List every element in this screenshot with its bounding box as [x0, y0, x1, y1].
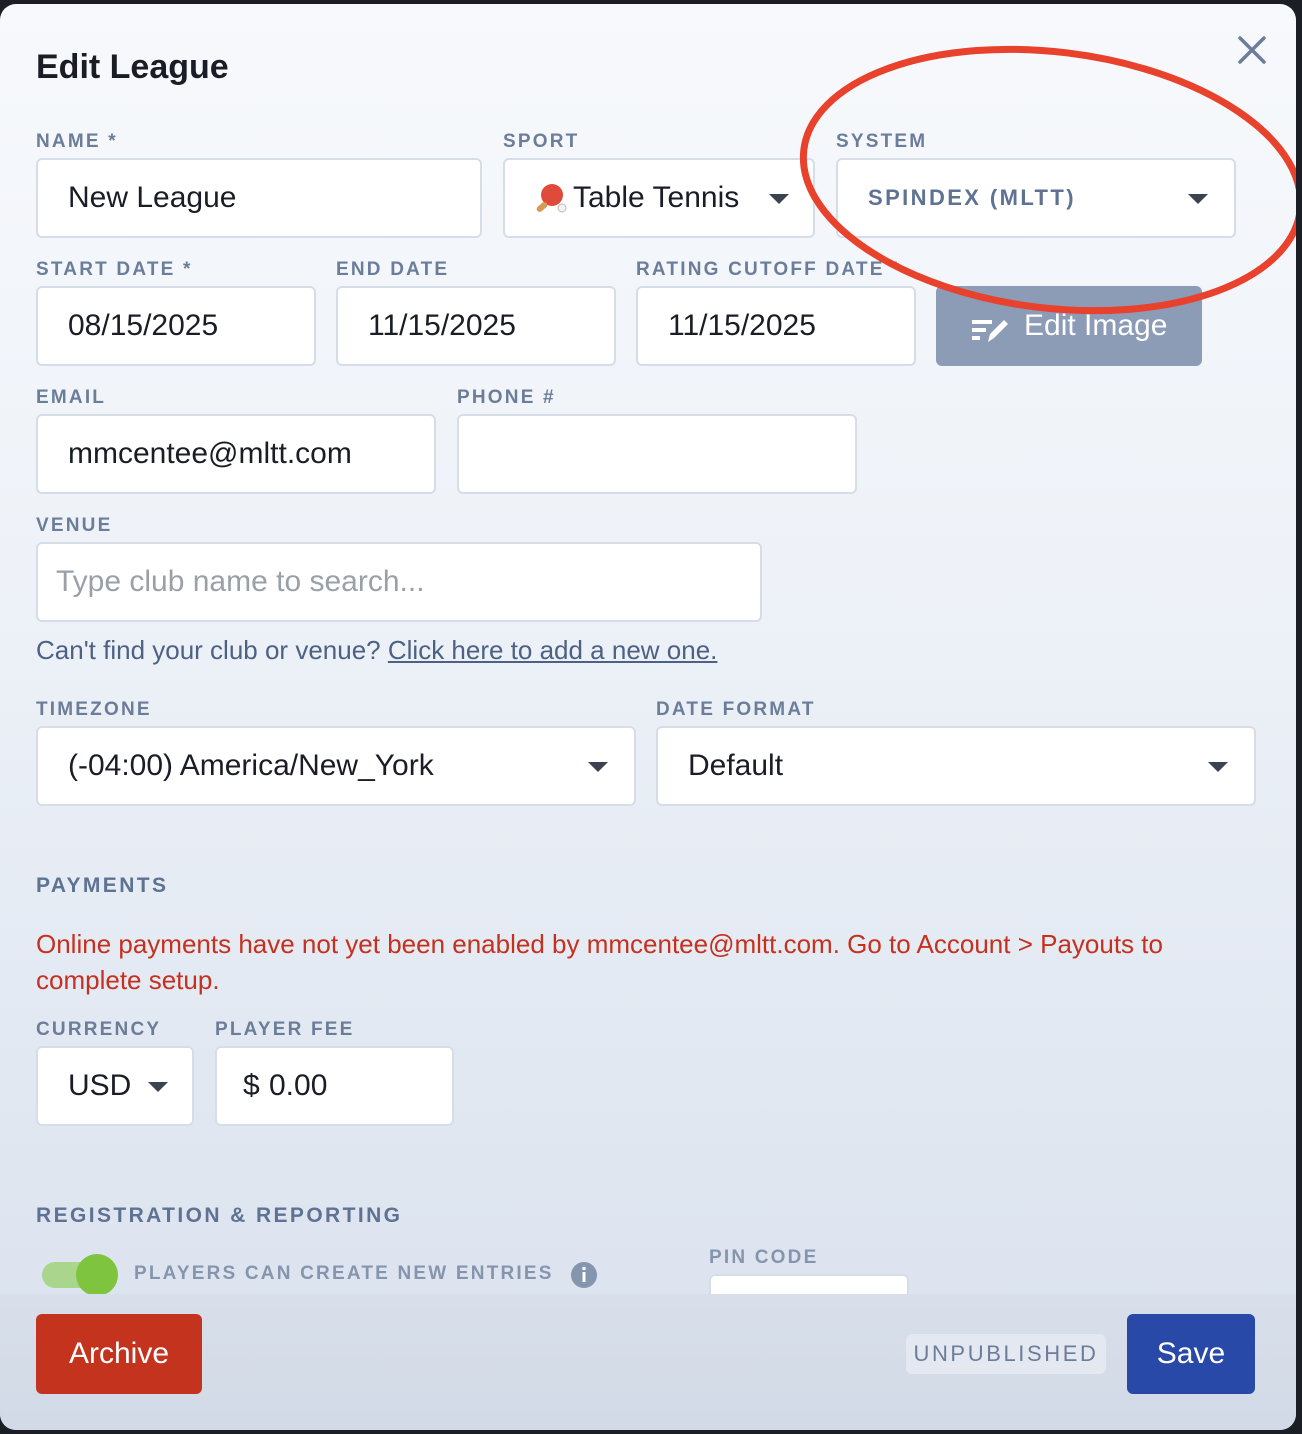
email-input[interactable]: mmcentee@mltt.com	[36, 414, 436, 494]
dialog-title: Edit League	[36, 48, 229, 86]
players-create-entries-toggle[interactable]	[42, 1254, 118, 1296]
date-format-value: Default	[688, 749, 784, 782]
rating-cutoff-date-input[interactable]: 11/15/2025	[636, 286, 916, 366]
venue-label: VENUE	[36, 515, 113, 536]
player-fee-value: 0.00	[269, 1069, 328, 1102]
edit-image-label: Edit Image	[1024, 309, 1168, 342]
edit-league-dialog: Edit League NAME * New League SPORT Tabl…	[0, 4, 1296, 1430]
system-value: SPINDEX (MLTT)	[868, 185, 1076, 210]
chevron-down-icon	[769, 194, 789, 204]
toggle-knob	[76, 1254, 118, 1296]
edit-image-icon	[970, 308, 1010, 353]
venue-search-input[interactable]: Type club name to search...	[36, 542, 762, 622]
name-label: NAME *	[36, 131, 118, 152]
start-date-label: START DATE *	[36, 259, 193, 280]
timezone-value: (-04:00) America/New_York	[68, 749, 434, 782]
phone-label: PHONE #	[457, 387, 556, 408]
chevron-down-icon	[148, 1082, 168, 1092]
add-venue-link[interactable]: Click here to add a new one.	[388, 635, 718, 665]
end-date-input[interactable]: 11/15/2025	[336, 286, 616, 366]
phone-input[interactable]	[457, 414, 857, 494]
ping-pong-paddle-icon	[533, 182, 567, 221]
registration-heading: REGISTRATION & REPORTING	[36, 1204, 403, 1227]
currency-label: CURRENCY	[36, 1019, 162, 1040]
sport-label: SPORT	[503, 131, 580, 152]
info-icon[interactable]	[570, 1261, 598, 1289]
end-date-label: END DATE	[336, 259, 450, 280]
timezone-select[interactable]: (-04:00) America/New_York	[36, 726, 636, 806]
currency-select[interactable]: USD	[36, 1046, 194, 1126]
venue-placeholder: Type club name to search...	[56, 565, 425, 598]
venue-help-text: Can't find your club or venue? Click her…	[36, 632, 717, 668]
chevron-down-icon	[1188, 194, 1208, 204]
archive-button[interactable]: Archive	[36, 1314, 202, 1394]
save-button[interactable]: Save	[1127, 1314, 1255, 1394]
timezone-label: TIMEZONE	[36, 699, 152, 720]
email-value: mmcentee@mltt.com	[68, 437, 352, 470]
currency-symbol: $	[243, 1069, 260, 1102]
date-format-label: DATE FORMAT	[656, 699, 816, 720]
edit-image-button[interactable]: Edit Image	[936, 286, 1202, 366]
system-select[interactable]: SPINDEX (MLTT)	[836, 158, 1236, 238]
email-label: EMAIL	[36, 387, 107, 408]
system-label: SYSTEM	[836, 131, 928, 152]
date-format-select[interactable]: Default	[656, 726, 1256, 806]
start-date-value: 08/15/2025	[68, 309, 219, 342]
sport-select[interactable]: Table Tennis	[503, 158, 815, 238]
end-date-value: 11/15/2025	[368, 309, 516, 342]
chevron-down-icon	[1208, 762, 1228, 772]
venue-help-prefix: Can't find your club or venue?	[36, 635, 381, 665]
currency-value: USD	[68, 1069, 132, 1102]
rating-cutoff-date-value: 11/15/2025	[668, 309, 816, 342]
close-icon	[1238, 36, 1266, 64]
name-value: New League	[68, 181, 237, 214]
chevron-down-icon	[588, 762, 608, 772]
rating-cutoff-date-label: RATING CUTOFF DATE *	[636, 259, 902, 280]
status-badge: UNPUBLISHED	[906, 1334, 1106, 1374]
player-fee-input[interactable]: $ 0.00	[215, 1046, 454, 1126]
pin-code-label: PIN CODE	[709, 1247, 819, 1268]
sport-value: Table Tennis	[573, 181, 740, 214]
close-button[interactable]	[1232, 30, 1272, 70]
player-fee-label: PLAYER FEE	[215, 1019, 355, 1040]
name-input[interactable]: New League	[36, 158, 482, 238]
payments-warning: Online payments have not yet been enable…	[36, 929, 1163, 995]
start-date-input[interactable]: 08/15/2025	[36, 286, 316, 366]
players-create-entries-label: PLAYERS CAN CREATE NEW ENTRIES	[134, 1263, 554, 1284]
payments-heading: PAYMENTS	[36, 874, 169, 897]
